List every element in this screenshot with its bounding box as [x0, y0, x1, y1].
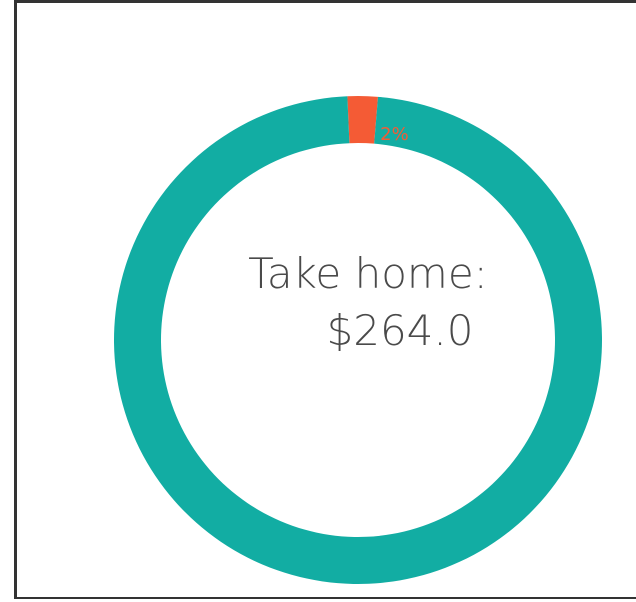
take-home-amount: $264.0 — [327, 306, 474, 355]
slice-deduction — [347, 96, 378, 144]
take-home-label: Take home: — [248, 249, 488, 298]
donut-chart: 2% Take home: $264.0 — [113, 96, 602, 585]
slice-label-deduction: 2% — [380, 124, 409, 145]
